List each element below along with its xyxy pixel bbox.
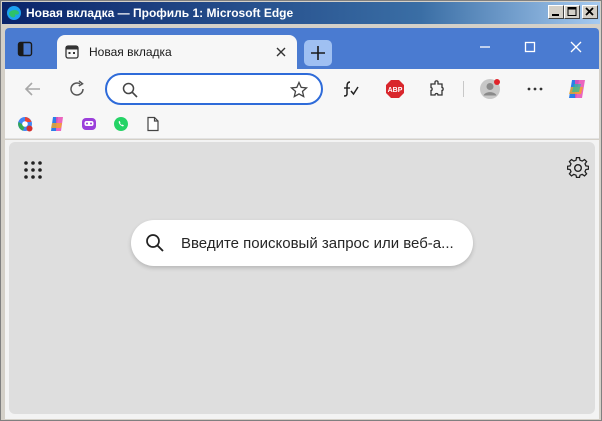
browser-window: Новая вкладка — Профиль 1: Microsoft Edg… [0, 0, 602, 421]
close-button[interactable] [582, 5, 598, 19]
minimize-icon [552, 14, 559, 16]
title-bar[interactable]: Новая вкладка — Профиль 1: Microsoft Edg… [2, 2, 600, 24]
tab-close-icon[interactable] [275, 46, 287, 58]
whatsapp-icon[interactable] [113, 116, 129, 132]
search-placeholder: Введите поисковый запрос или веб-а... [181, 235, 454, 252]
edge-logo-icon [7, 6, 21, 20]
copilot-icon[interactable] [49, 116, 65, 132]
copilot-icon[interactable] [566, 78, 588, 100]
page-content: Введите поисковый запрос или веб-а... [5, 140, 599, 419]
bot-icon[interactable] [81, 116, 97, 132]
window-title: Новая вкладка — Профиль 1: Microsoft Edg… [26, 6, 294, 20]
new-tab-page-icon [65, 45, 79, 59]
adblock-plus-icon[interactable]: ABP [385, 79, 405, 99]
tab-new-tab[interactable]: Новая вкладка [57, 35, 297, 69]
search-icon [146, 234, 164, 252]
maximize-icon [567, 7, 577, 16]
favorites-bar [5, 109, 599, 139]
spell-check-icon[interactable] [341, 79, 361, 99]
minimize-button[interactable] [548, 5, 564, 19]
close-icon [585, 7, 594, 16]
search-box[interactable]: Введите поисковый запрос или веб-а... [131, 220, 473, 266]
favorite-star-icon[interactable] [289, 80, 309, 100]
google-chrome-remote-icon[interactable] [17, 116, 33, 132]
workspaces-icon[interactable] [17, 41, 33, 57]
tab-title: Новая вкладка [89, 45, 172, 59]
search-icon [122, 82, 138, 98]
reload-icon[interactable] [67, 79, 87, 99]
window-restore-icon[interactable] [523, 40, 537, 54]
maximize-button[interactable] [564, 5, 580, 19]
address-input[interactable] [145, 81, 285, 99]
tab-strip: Новая вкладка [5, 28, 599, 69]
address-bar[interactable] [105, 73, 323, 105]
profile-avatar-icon[interactable] [479, 78, 501, 100]
plus-icon [311, 46, 325, 60]
app-launcher-icon[interactable] [23, 160, 43, 180]
gear-icon[interactable] [567, 157, 589, 179]
window-close-icon[interactable] [569, 40, 583, 54]
back-icon[interactable] [23, 79, 43, 99]
navigation-toolbar: ABP [5, 69, 599, 109]
more-options-icon[interactable] [525, 79, 545, 99]
adblock-label: ABP [388, 87, 403, 94]
new-tab-button[interactable] [304, 40, 332, 66]
window-minimize-icon[interactable] [478, 40, 492, 54]
toolbar-separator [463, 81, 464, 97]
extensions-icon[interactable] [427, 79, 447, 99]
document-icon[interactable] [145, 116, 161, 132]
new-tab-page: Введите поисковый запрос или веб-а... [9, 142, 595, 414]
